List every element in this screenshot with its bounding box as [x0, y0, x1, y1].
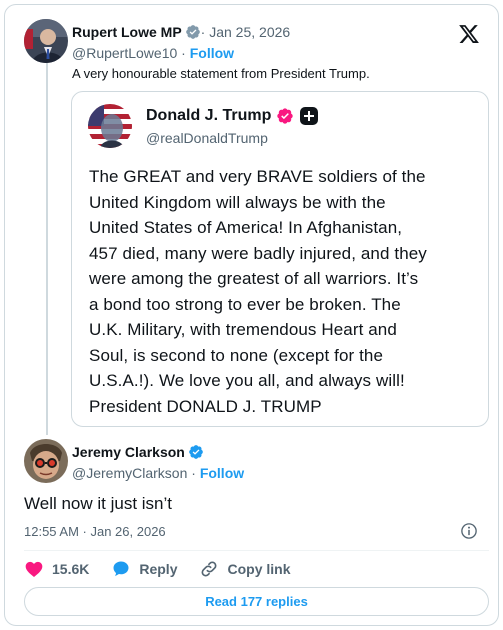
reply-author-handle[interactable]: @JeremyClarkson	[72, 465, 187, 481]
verified-badge-icon	[185, 24, 201, 40]
like-button[interactable]: 15.6K	[24, 559, 89, 579]
text-line: U.S.A.!). We love you all, and always wi…	[89, 371, 405, 390]
avatar[interactable]	[24, 19, 68, 63]
avatar[interactable]	[24, 439, 68, 483]
reply-button[interactable]: Reply	[111, 559, 177, 579]
separator-dot: ·	[187, 465, 200, 481]
like-count: 15.6K	[52, 561, 90, 577]
author-handle[interactable]: @RupertLowe10	[72, 45, 177, 61]
embedded-tweet-card: Rupert Lowe MP · Jan 25, 2026 @RupertLow…	[4, 4, 499, 626]
quoted-author-name-row: Donald J. Trump	[146, 107, 319, 125]
heart-icon	[25, 561, 43, 578]
info-icon[interactable]	[460, 522, 478, 540]
quoted-post-text: The GREAT and very BRAVE soldiers of the…	[89, 164, 481, 419]
follow-button[interactable]: Follow	[200, 465, 244, 481]
text-line: Soul, is second to none (except for the	[89, 345, 384, 365]
thread-connector-line	[46, 63, 48, 435]
text-line: President DONALD J. TRUMP	[89, 396, 322, 416]
quoted-post[interactable]: Donald J. Trump @realDonaldTrump The GRE…	[71, 91, 489, 427]
reply-author-name-row: Jeremy Clarkson	[72, 444, 204, 460]
text-line: The GREAT and very BRAVE soldiers of the	[89, 167, 426, 186]
quoted-author-handle[interactable]: @realDonaldTrump	[146, 130, 268, 146]
copy-link-label: Copy link	[227, 561, 291, 577]
author-name-row: Rupert Lowe MP · Jan 25, 2026	[72, 24, 290, 40]
reply-post-text: Well now it just isn’t	[24, 494, 173, 513]
truth-social-plus-icon	[300, 107, 319, 125]
text-line: U.K. Military, with tremendous Heart and	[89, 320, 397, 339]
text-line: United States of America! In Afghanistan…	[89, 218, 403, 237]
author-name[interactable]: Rupert Lowe MP	[72, 24, 182, 40]
text-line: a bond too strong to ever be broken. The	[89, 294, 401, 314]
copy-link-button[interactable]: Copy link	[199, 559, 291, 579]
action-bar: 15.6K Reply Copy link	[24, 559, 313, 579]
author-handle-row: @RupertLowe10 · Follow	[72, 45, 234, 61]
post-timestamp[interactable]: 12:55 AM · Jan 26, 2026	[24, 524, 166, 539]
follow-button[interactable]: Follow	[190, 45, 234, 61]
reply-bubble-icon	[113, 561, 129, 577]
reply-author-handle-row: @JeremyClarkson · Follow	[72, 465, 244, 481]
text-line: United Kingdom will always be with the	[89, 192, 386, 212]
post-date[interactable]: · Jan 25, 2026	[201, 24, 291, 40]
reply-author-name[interactable]: Jeremy Clarkson	[72, 444, 185, 460]
link-icon	[202, 561, 217, 577]
quoted-author-name[interactable]: Donald J. Trump	[146, 107, 271, 125]
text-line: 457 died, many were badly injured, and t…	[89, 243, 427, 263]
verified-badge-icon	[188, 444, 204, 460]
divider	[24, 550, 489, 551]
post-text: A very honourable statement from Preside…	[72, 66, 370, 81]
text-line: were among the greatest of all warriors.…	[89, 269, 419, 288]
x-logo-icon[interactable]	[458, 23, 480, 45]
read-replies-button[interactable]: Read 177 replies	[24, 587, 489, 616]
avatar[interactable]	[88, 104, 132, 148]
separator-dot: ·	[177, 45, 190, 61]
verified-badge-icon	[276, 107, 294, 125]
reply-label: Reply	[139, 561, 178, 577]
